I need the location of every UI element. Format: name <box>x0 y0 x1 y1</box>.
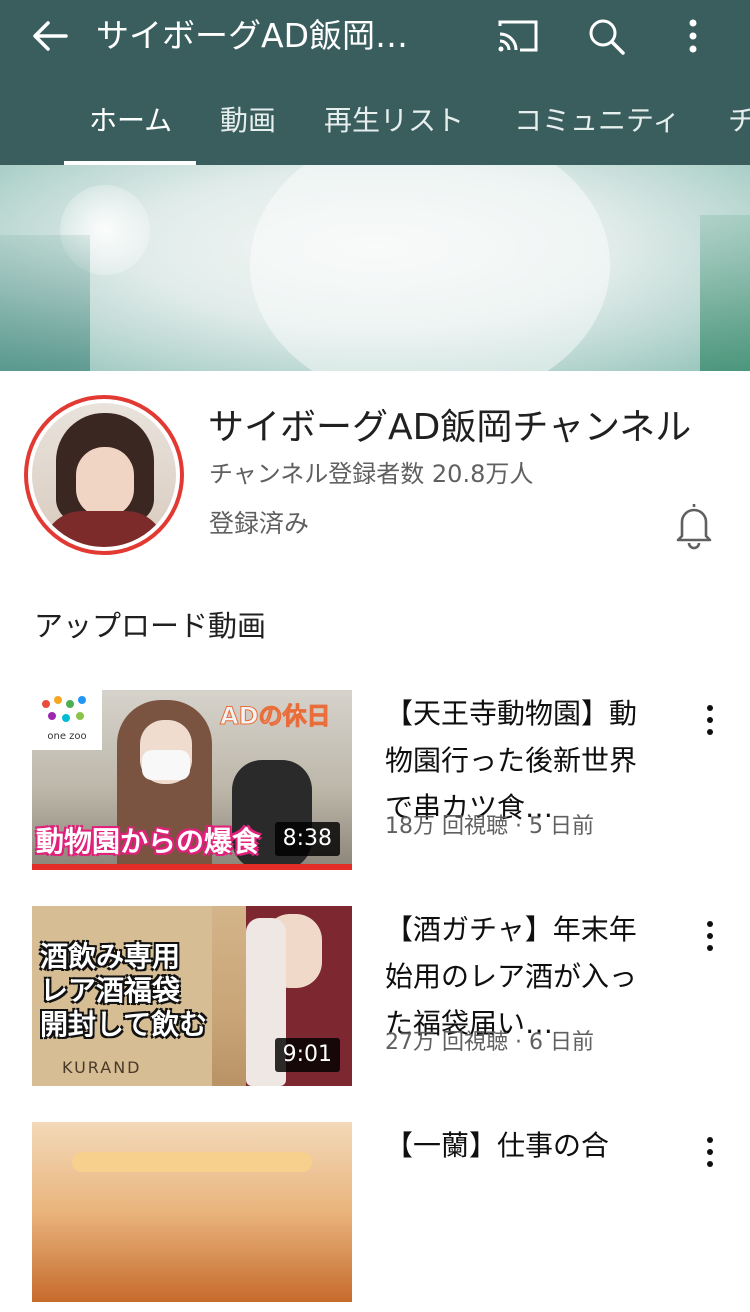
tab-home[interactable]: ホーム <box>89 80 172 165</box>
arrow-left-icon <box>33 21 68 51</box>
avatar-face <box>76 447 134 517</box>
subscriber-count: チャンネル登録者数 20.8万人 <box>209 460 534 488</box>
channel-name: サイボーグAD飯岡チャンネル <box>208 407 692 448</box>
video-thumbnail[interactable] <box>32 1122 352 1302</box>
cast-button[interactable] <box>490 12 546 60</box>
video-item[interactable]: 酒飲み専用 レア酒福袋 開封して飲む KURAND 9:01 【酒ガチャ】年末年… <box>0 906 750 1096</box>
channel-tabs: ホーム 動画 再生リスト コミュニティ チ <box>0 80 750 165</box>
watched-progress-bar <box>32 864 352 870</box>
video-thumbnail[interactable]: one zoo ADの休日 動物園からの爆食 8:38 <box>32 690 352 870</box>
video-title[interactable]: 【一蘭】仕事の合 <box>385 1122 655 1266</box>
more-vertical-icon <box>707 921 713 951</box>
cast-icon <box>498 20 538 52</box>
video-duration: 8:38 <box>274 822 340 856</box>
avatar-body <box>42 511 166 547</box>
channel-banner <box>0 165 750 371</box>
thumbnail-noodle <box>72 1152 312 1172</box>
bell-icon <box>676 504 712 550</box>
more-options-button[interactable] <box>670 12 716 60</box>
back-button[interactable] <box>22 12 78 60</box>
avatar-image <box>32 403 176 547</box>
thumbnail-caption: 酒飲み専用 レア酒福袋 開封して飲む <box>40 940 208 1041</box>
thumbnail-mask <box>142 750 190 780</box>
section-title-uploads: アップロード動画 <box>34 609 267 643</box>
video-item[interactable]: one zoo ADの休日 動物園からの爆食 8:38 【天王寺動物園】動物園行… <box>0 690 750 880</box>
search-icon <box>589 19 625 55</box>
video-more-button[interactable] <box>692 912 728 960</box>
tab-playlists[interactable]: 再生リスト <box>324 80 464 165</box>
search-button[interactable] <box>578 12 634 60</box>
more-vertical-icon <box>689 19 697 53</box>
notification-bell-button[interactable] <box>670 498 718 550</box>
toolbar: サイボーグAD飯岡… <box>0 0 750 80</box>
banner-figure <box>250 165 610 371</box>
video-item[interactable]: 【一蘭】仕事の合 <box>0 1122 750 1312</box>
video-meta: 27万 回視聴 · 6 日前 <box>385 1030 594 1055</box>
banner-city-left <box>0 235 90 371</box>
app-bar: サイボーグAD飯岡… ホーム 動画 再生リスト コミュニティ チ <box>0 0 750 165</box>
zoo-logo-text: one zoo <box>47 731 87 742</box>
zoo-logo: one zoo <box>32 690 102 750</box>
video-thumbnail[interactable]: 酒飲み専用 レア酒福袋 開封して飲む KURAND 9:01 <box>32 906 352 1086</box>
video-meta: 18万 回視聴 · 5 日前 <box>385 814 594 839</box>
tab-channels[interactable]: チ <box>728 80 750 165</box>
channel-title: サイボーグAD飯岡… <box>96 16 408 55</box>
banner-city-right <box>700 215 750 371</box>
more-vertical-icon <box>707 705 713 735</box>
tab-community[interactable]: コミュニティ <box>514 80 680 165</box>
thumbnail-background <box>32 1122 352 1302</box>
channel-avatar[interactable] <box>24 395 184 555</box>
subscribed-button[interactable]: 登録済み <box>209 504 409 544</box>
video-more-button[interactable] <box>692 696 728 744</box>
video-duration: 9:01 <box>274 1038 340 1072</box>
thumbnail-brand: KURAND <box>62 1058 142 1077</box>
thumbnail-label: ADの休日 <box>220 702 331 731</box>
tab-videos[interactable]: 動画 <box>220 80 276 165</box>
